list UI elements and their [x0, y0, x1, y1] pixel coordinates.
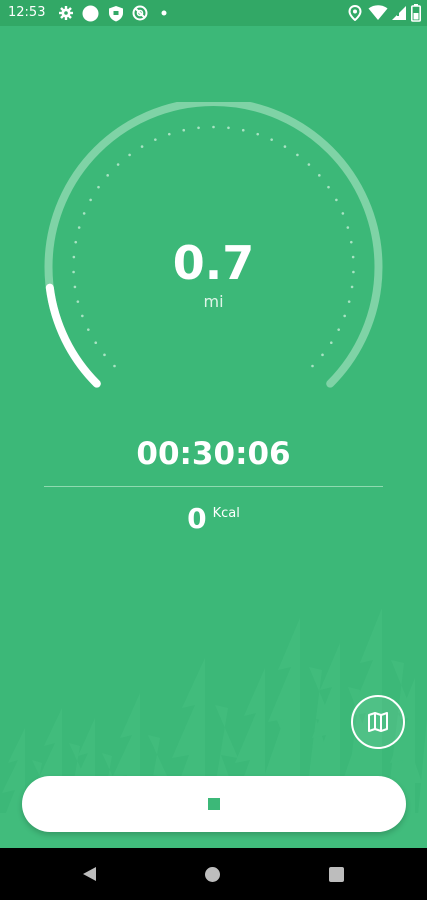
- no-sync-icon: [132, 5, 148, 21]
- dial-dot: [256, 132, 260, 136]
- battery-icon: [411, 4, 421, 22]
- map-button[interactable]: [351, 695, 405, 749]
- calories-unit: Kcal: [212, 506, 240, 521]
- dial-dot: [337, 328, 340, 331]
- dial-dot: [94, 341, 98, 344]
- dial-dot: [346, 226, 350, 229]
- gear-icon: [59, 6, 73, 20]
- dial-dot: [106, 174, 109, 177]
- dial-dot: [87, 328, 90, 331]
- divider: [44, 486, 383, 487]
- dial-dot: [227, 126, 230, 130]
- distance-unit: mi: [203, 292, 224, 311]
- dial-dot: [341, 212, 345, 215]
- dial-dot: [335, 198, 338, 202]
- dial-dot: [321, 353, 324, 357]
- wifi-icon: [368, 5, 388, 20]
- stop-button[interactable]: [22, 776, 406, 832]
- status-time: 12:53: [8, 5, 46, 20]
- back-icon[interactable]: [82, 866, 97, 882]
- dial-dot: [154, 138, 157, 141]
- calories-value: 0: [187, 502, 207, 535]
- dial-dot: [128, 153, 131, 157]
- dial-dot: [116, 163, 120, 166]
- map-icon: [368, 712, 388, 732]
- home-icon[interactable]: [205, 867, 220, 882]
- status-bar: 12:53: [0, 0, 427, 26]
- recents-icon[interactable]: [329, 867, 344, 882]
- dial-dot: [343, 314, 346, 318]
- dial-dot: [327, 185, 330, 189]
- dial-dot: [270, 138, 273, 141]
- dial-dot: [283, 145, 287, 148]
- dial-dot: [318, 174, 321, 177]
- signal-icon: [392, 6, 406, 20]
- dial-dot: [167, 132, 171, 136]
- circle-icon: [82, 5, 99, 22]
- dial-dot: [77, 226, 81, 229]
- dial-dot: [81, 314, 84, 318]
- dot-icon: [161, 10, 167, 16]
- navigation-bar: [0, 848, 427, 900]
- distance-value: 0.7: [172, 236, 255, 290]
- dial-dot: [241, 128, 245, 132]
- dial-dot: [329, 341, 333, 344]
- dial-dot: [97, 185, 100, 189]
- shield-icon: [109, 6, 123, 22]
- dial-dot: [212, 125, 215, 129]
- dial-dot: [89, 198, 92, 202]
- location-icon: [348, 5, 362, 21]
- dial-dot: [307, 163, 311, 166]
- dial-dot: [197, 126, 200, 130]
- dial-dot: [103, 353, 106, 357]
- dial-dot: [140, 145, 144, 148]
- stop-icon: [208, 798, 220, 810]
- calories-row: 0 Kcal: [0, 502, 427, 535]
- dial-dot: [182, 128, 186, 132]
- dial-dot: [82, 212, 86, 215]
- dial-dot: [113, 364, 116, 368]
- elapsed-time: 00:30:06: [136, 436, 291, 472]
- dial-dot: [296, 153, 299, 157]
- workout-screen: 0.7 mi 00:30:06 0 Kcal: [0, 26, 427, 848]
- dial-dot: [311, 364, 314, 368]
